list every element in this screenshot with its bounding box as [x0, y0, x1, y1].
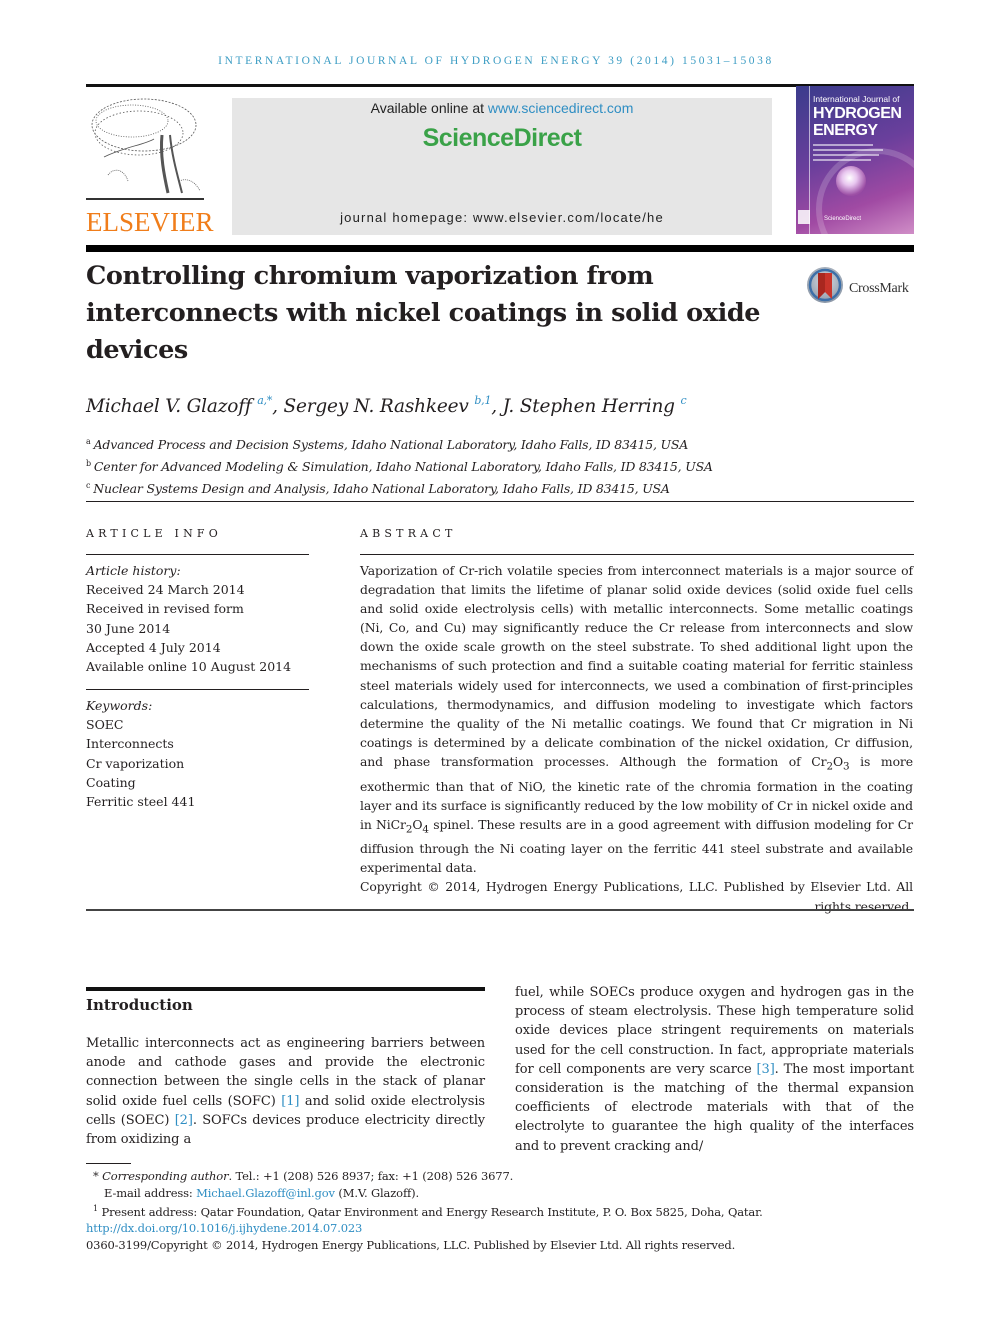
- available-online-prefix: Available online at: [370, 100, 488, 116]
- history-item: Received 24 March 2014: [86, 582, 245, 598]
- abstract-text-2: O: [832, 753, 843, 769]
- corresponding-author-contact: . Tel.: +1 (208) 526 8937; fax: +1 (208)…: [228, 1169, 514, 1183]
- keyword-item[interactable]: Ferritic steel 441: [86, 792, 195, 811]
- abstract-bottom-rule: [86, 909, 914, 911]
- journal-cover-image[interactable]: International Journal of HYDROGEN ENERGY …: [796, 86, 914, 234]
- author-name[interactable]: J. Stephen Herring: [503, 396, 675, 417]
- citation-link[interactable]: [2]: [175, 1113, 193, 1128]
- journal-homepage[interactable]: journal homepage: www.elsevier.com/locat…: [232, 210, 772, 225]
- affiliation-text: Center for Advanced Modeling & Simulatio…: [93, 459, 713, 474]
- history-item: Received in revised form: [86, 601, 244, 617]
- crossmark-button[interactable]: CrossMark: [806, 266, 926, 310]
- issn-copyright: 0360-3199/Copyright © 2014, Hydrogen Ene…: [86, 1237, 736, 1252]
- affiliations-rule: [86, 501, 914, 502]
- affiliation-item: c Nuclear Systems Design and Analysis, Id…: [86, 476, 713, 498]
- sciencedirect-banner: Available online at www.sciencedirect.co…: [232, 98, 772, 235]
- cover-line3: ENERGY: [813, 122, 878, 139]
- crossmark-label: CrossMark: [849, 281, 909, 296]
- available-online-line: Available online at www.sciencedirect.co…: [232, 100, 772, 116]
- history-item: Available online 10 August 2014: [86, 659, 292, 675]
- cover-badge-icon: [798, 210, 810, 224]
- header-bottom-rule: [86, 245, 914, 252]
- cover-orb-icon: [836, 166, 866, 196]
- keyword-item[interactable]: SOEC: [86, 715, 195, 734]
- affiliations: a Advanced Process and Decision Systems, …: [86, 432, 713, 498]
- cover-journal-line1: International Journal of: [813, 94, 900, 104]
- author-marks[interactable]: a,*: [257, 394, 272, 407]
- elsevier-logo[interactable]: ELSEVIER: [84, 95, 214, 240]
- author-name[interactable]: Sergey N. Rashkeev: [284, 396, 469, 417]
- cover-line2: HYDROGEN: [813, 105, 902, 122]
- footnote-mark: 1: [93, 1204, 98, 1213]
- running-head: INTERNATIONAL JOURNAL OF HYDROGEN ENERGY…: [218, 55, 774, 67]
- abstract-text-4: O: [412, 816, 423, 832]
- affiliation-text: Nuclear Systems Design and Analysis, Ida…: [93, 481, 670, 496]
- history-item: 30 June 2014: [86, 620, 171, 636]
- cover-footer: ScienceDirect: [824, 216, 862, 222]
- header-top-rule: [86, 84, 914, 87]
- abstract-paragraph: Vaporization of Cr-rich volatile species…: [360, 561, 913, 877]
- citation-link[interactable]: [1]: [281, 1094, 299, 1109]
- keywords-label: Keywords:: [86, 698, 153, 713]
- introduction-paragraph: fuel, while SOECs produce oxygen and hyd…: [515, 983, 914, 1156]
- article-history: Article history: Received 24 March 2014 …: [86, 561, 291, 676]
- author-marks[interactable]: b,1: [474, 394, 491, 407]
- footnotes: * Corresponding author. Tel.: +1 (208) 5…: [86, 1168, 763, 1253]
- footnote-email: E-mail address: Michael.Glazoff@inl.gov …: [86, 1185, 763, 1202]
- citation-link[interactable]: [3]: [757, 1062, 775, 1077]
- footnote-rule: [86, 1163, 131, 1164]
- abstract-heading: ABSTRACT: [360, 527, 457, 540]
- affiliation-item: b Center for Advanced Modeling & Simulati…: [86, 454, 713, 476]
- introduction-rule: [86, 987, 485, 991]
- abstract-text-5: spinel. These results are in a good agre…: [360, 816, 914, 876]
- author-name[interactable]: Michael V. Glazoff: [86, 396, 252, 417]
- introduction-heading: Introduction: [86, 996, 193, 1014]
- sciencedirect-brand[interactable]: ScienceDirect: [232, 124, 772, 153]
- abstract-text-1: Vaporization of Cr-rich volatile species…: [360, 563, 913, 769]
- email-label: E-mail address:: [104, 1185, 197, 1200]
- email-suffix: (M.V. Glazoff).: [334, 1185, 419, 1200]
- keywords: Keywords: SOEC Interconnects Cr vaporiza…: [86, 696, 195, 811]
- present-address-text: Present address: Qatar Foundation, Qatar…: [101, 1204, 763, 1219]
- introduction-left-column: Metallic interconnects act as engineerin…: [86, 1034, 485, 1149]
- introduction-paragraph: Metallic interconnects act as engineerin…: [86, 1034, 485, 1149]
- footnote-mark: *: [93, 1169, 99, 1183]
- affiliation-item: a Advanced Process and Decision Systems, …: [86, 432, 713, 454]
- article-history-label: Article history:: [86, 563, 181, 578]
- author-marks[interactable]: c: [681, 394, 687, 407]
- article-title: Controlling chromium vaporization from i…: [86, 261, 761, 365]
- keyword-item[interactable]: Coating: [86, 773, 195, 792]
- keywords-rule: [86, 689, 309, 690]
- footnote-corresponding: * Corresponding author. Tel.: +1 (208) 5…: [86, 1168, 763, 1185]
- crossmark-icon: [807, 267, 843, 303]
- footnote-present-address: 1 Present address: Qatar Foundation, Qat…: [86, 1201, 763, 1220]
- doi-link[interactable]: http://dx.doi.org/10.1016/j.ijhydene.201…: [86, 1220, 763, 1237]
- corresponding-author-label: Corresponding author: [102, 1169, 229, 1183]
- cover-editor-line: [813, 144, 873, 146]
- article-info-heading: ARTICLE INFO: [86, 527, 222, 540]
- abstract-rule: [360, 554, 914, 555]
- affiliation-mark: a: [86, 437, 91, 446]
- elsevier-tree-icon: [86, 98, 204, 200]
- elsevier-wordmark: ELSEVIER: [86, 207, 214, 237]
- affiliation-mark: c: [86, 481, 91, 490]
- affiliation-text: Advanced Process and Decision Systems, I…: [93, 437, 689, 452]
- keyword-item[interactable]: Interconnects: [86, 734, 195, 753]
- affiliation-mark: b: [86, 459, 91, 468]
- keyword-item[interactable]: Cr vaporization: [86, 754, 195, 773]
- introduction-right-column: fuel, while SOECs produce oxygen and hyd…: [515, 983, 914, 1156]
- article-info-rule: [86, 554, 309, 555]
- abstract-body: Vaporization of Cr-rich volatile species…: [360, 561, 913, 916]
- author-list: Michael V. Glazoff a,*, Sergey N. Rashke…: [86, 394, 687, 417]
- email-link[interactable]: Michael.Glazoff@inl.gov: [196, 1186, 335, 1200]
- history-item: Accepted 4 July 2014: [86, 639, 221, 655]
- sciencedirect-link[interactable]: www.sciencedirect.com: [488, 100, 634, 116]
- cover-journal-title: HYDROGEN ENERGY: [813, 105, 902, 139]
